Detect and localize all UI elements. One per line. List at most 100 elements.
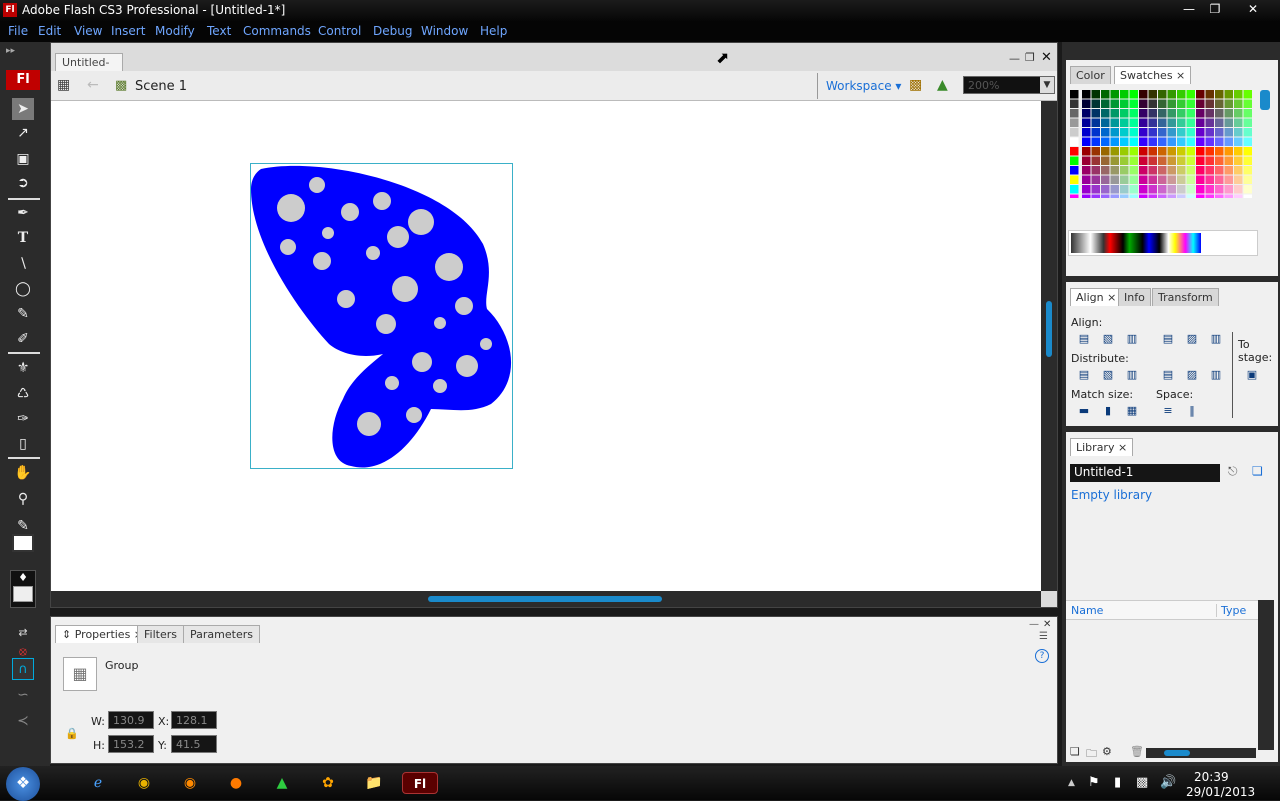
match-height-icon[interactable]: ▮	[1100, 404, 1116, 418]
height-field[interactable]: 153.2	[108, 735, 154, 753]
edit-scene-icon[interactable]: ▩	[909, 77, 922, 93]
tab-color[interactable]: Color	[1070, 66, 1111, 84]
tab-properties[interactable]: ⇕ Properties ×	[55, 625, 151, 643]
doc-minimize-icon[interactable]: —	[1009, 52, 1020, 65]
panel-minimize-icon[interactable]: —	[1029, 619, 1039, 630]
menu-commands[interactable]: Commands	[243, 24, 311, 38]
zoom-select[interactable]: 200% ▼	[963, 76, 1055, 94]
menu-view[interactable]: View	[74, 24, 102, 38]
tab-transform[interactable]: Transform	[1152, 288, 1219, 306]
gradient-swatch-row[interactable]	[1068, 230, 1258, 256]
menu-control[interactable]: Control	[318, 24, 361, 38]
panel-collapse-icon[interactable]: ▸▸	[6, 46, 15, 56]
line-tool-icon[interactable]: ∖	[12, 253, 34, 275]
space-horizontal-icon[interactable]: ‖	[1184, 404, 1200, 418]
paint-bucket-tool-icon[interactable]: ♺	[12, 383, 34, 405]
stage[interactable]	[51, 101, 1041, 591]
menu-debug[interactable]: Debug	[373, 24, 412, 38]
distribute-left-icon[interactable]: ▤	[1160, 368, 1176, 382]
free-transform-tool-icon[interactable]: ▣	[12, 148, 34, 170]
straighten-icon[interactable]: ≺	[12, 710, 34, 732]
stroke-color-swatch[interactable]	[12, 534, 34, 552]
hand-tool-icon[interactable]: ✋	[12, 462, 34, 484]
zoom-tool-icon[interactable]: ⚲	[12, 488, 34, 510]
swatch-scroll-thumb[interactable]	[1260, 90, 1270, 110]
library-hscroll-thumb[interactable]	[1164, 750, 1190, 756]
menu-window[interactable]: Window	[421, 24, 468, 38]
horizontal-scroll-thumb[interactable]	[428, 596, 662, 602]
align-vcenter-icon[interactable]: ▨	[1184, 332, 1200, 346]
volume-icon[interactable]: 🔊	[1160, 775, 1176, 790]
timeline-toggle-icon[interactable]: ▦	[57, 77, 70, 93]
align-top-icon[interactable]: ▤	[1160, 332, 1176, 346]
horizontal-scrollbar[interactable]	[51, 591, 1041, 607]
align-right-icon[interactable]: ▥	[1124, 332, 1140, 346]
new-library-panel-icon[interactable]: ❏	[1252, 464, 1263, 478]
match-both-icon[interactable]: ▦	[1124, 404, 1140, 418]
menu-modify[interactable]: Modify	[155, 24, 195, 38]
y-field[interactable]: 41.5	[171, 735, 217, 753]
to-stage-icon[interactable]: ▣	[1244, 368, 1260, 382]
swatch-grid[interactable]	[1068, 88, 1258, 198]
menu-text[interactable]: Text	[207, 24, 231, 38]
workspace-menu[interactable]: Workspace ▾	[826, 79, 901, 93]
help-icon[interactable]: ?	[1035, 649, 1049, 663]
menu-insert[interactable]: Insert	[111, 24, 145, 38]
align-bottom-icon[interactable]: ▥	[1208, 332, 1224, 346]
action-center-flag-icon[interactable]: ⚑	[1088, 775, 1100, 790]
doc-restore-icon[interactable]: ❐	[1025, 51, 1035, 64]
eyedropper-tool-icon[interactable]: ✑	[12, 408, 34, 430]
ink-bottle-tool-icon[interactable]: ⚜	[12, 357, 34, 379]
align-left-icon[interactable]: ▤	[1076, 332, 1092, 346]
library-col-type[interactable]: Type	[1216, 604, 1246, 617]
distribute-right-icon[interactable]: ▥	[1208, 368, 1224, 382]
library-scrollbar[interactable]	[1258, 600, 1274, 750]
vertical-scrollbar[interactable]	[1041, 101, 1057, 591]
document-tab[interactable]: Untitled-1*	[55, 53, 123, 82]
panel-options-icon[interactable]: ☰	[1039, 631, 1048, 642]
file-explorer-icon[interactable]: 📁	[362, 772, 386, 794]
distribute-bottom-icon[interactable]: ▥	[1124, 368, 1140, 382]
text-tool-icon[interactable]: T	[12, 227, 34, 249]
close-button[interactable]: ✕	[1242, 2, 1264, 18]
match-width-icon[interactable]: ▬	[1076, 404, 1092, 418]
new-symbol-icon[interactable]: ❏	[1070, 745, 1080, 758]
new-folder-icon[interactable]: 🗀	[1086, 745, 1097, 764]
clock-time[interactable]: 20:39	[1194, 770, 1229, 784]
tab-swatches[interactable]: Swatches ×	[1114, 66, 1192, 84]
scene-label[interactable]: Scene 1	[135, 79, 187, 94]
pencil-tool-icon[interactable]: ✎	[12, 303, 34, 325]
snap-to-objects-icon[interactable]: ∩	[12, 658, 34, 680]
lasso-tool-icon[interactable]: ➲	[12, 172, 34, 194]
eraser-tool-icon[interactable]: ▯	[12, 433, 34, 455]
smooth-icon[interactable]: ∽	[12, 684, 34, 706]
menu-file[interactable]: File	[8, 24, 28, 38]
clock-date[interactable]: 29/01/2013	[1186, 785, 1255, 799]
media-player-icon[interactable]: ✿	[316, 772, 340, 794]
minimize-button[interactable]: —	[1178, 2, 1200, 18]
space-vertical-icon[interactable]: ≡	[1160, 404, 1176, 418]
firefox-icon[interactable]: ◉	[178, 772, 202, 794]
menu-edit[interactable]: Edit	[38, 24, 61, 38]
properties-icon[interactable]: ⚙	[1102, 745, 1112, 758]
align-hcenter-icon[interactable]: ▧	[1100, 332, 1116, 346]
delete-icon[interactable]: 🗑	[1130, 745, 1144, 758]
panel-close-icon[interactable]: ✕	[1043, 619, 1051, 630]
battery-icon[interactable]: ▮	[1114, 775, 1121, 790]
vertical-scroll-thumb[interactable]	[1046, 301, 1052, 357]
selection-tool-icon[interactable]: ➤	[12, 98, 34, 120]
tab-library[interactable]: Library ×	[1070, 438, 1134, 456]
library-document-select[interactable]: Untitled-1	[1070, 464, 1220, 482]
internet-explorer-icon[interactable]: ℯ	[86, 772, 110, 794]
back-arrow-icon[interactable]: ←	[87, 77, 99, 93]
distribute-hcenter-icon[interactable]: ▨	[1184, 368, 1200, 382]
tab-filters[interactable]: Filters	[137, 625, 184, 643]
tab-align[interactable]: Align ×	[1070, 288, 1123, 306]
oval-tool-icon[interactable]: ◯	[12, 278, 34, 300]
flash-taskbar-button[interactable]: Fl	[402, 772, 438, 794]
lock-icon[interactable]: 🔒	[65, 727, 79, 740]
butterfly-wing-group[interactable]	[251, 164, 513, 469]
distribute-top-icon[interactable]: ▤	[1076, 368, 1092, 382]
chrome-icon[interactable]: ◉	[132, 772, 156, 794]
edit-symbols-icon[interactable]: ▲	[937, 77, 948, 93]
